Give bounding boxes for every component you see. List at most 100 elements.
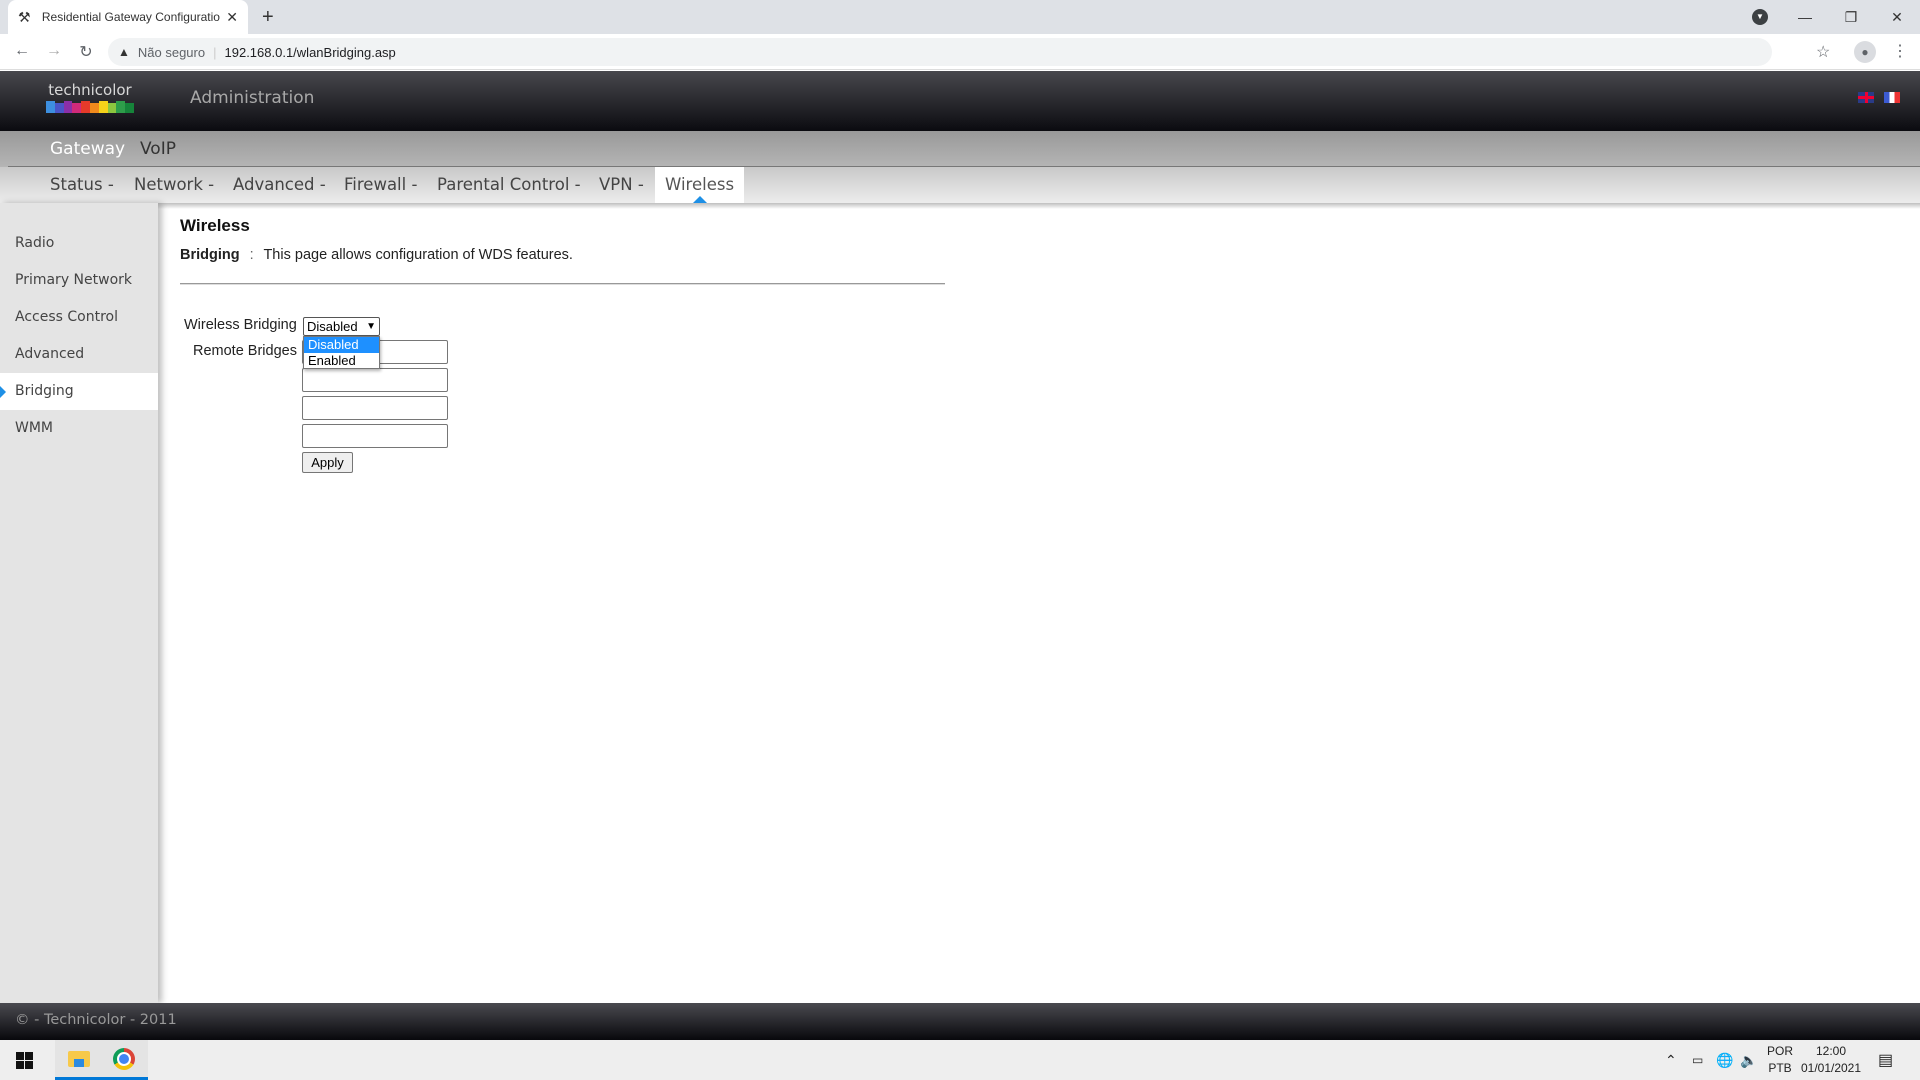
apply-button[interactable]: Apply (302, 452, 353, 473)
copyright-text: © - Technicolor - 2011 (15, 1012, 177, 1028)
restore-button[interactable]: ❐ (1828, 0, 1874, 34)
tools-icon: ⚒ (18, 9, 31, 25)
media-control-icon[interactable]: ▼ (1752, 9, 1768, 25)
nav-status[interactable]: Status - (50, 175, 114, 194)
minimize-button[interactable]: — (1782, 0, 1828, 34)
back-button[interactable]: ← (12, 42, 32, 60)
chrome-icon (113, 1047, 135, 1070)
logo-color-block (98, 101, 108, 113)
start-button[interactable] (0, 1040, 48, 1080)
page-description: Bridging : This page allows configuratio… (180, 247, 573, 263)
section-name: Bridging (180, 247, 240, 263)
show-hidden-icons-icon[interactable]: ⌃ (1665, 1040, 1677, 1080)
reload-button[interactable]: ↻ (76, 42, 96, 62)
sidebar-item-label: Bridging (15, 383, 74, 399)
logo-color-block (72, 103, 82, 113)
horizontal-rule (180, 283, 945, 285)
header-title: Administration (190, 88, 315, 108)
page-footer: © - Technicolor - 2011 (0, 1003, 1920, 1040)
nav-voip[interactable]: VoIP (140, 139, 176, 159)
remote-bridge-input-3[interactable] (302, 396, 448, 420)
logo-color-bar (46, 101, 134, 113)
remote-bridges-label: Remote Bridges (193, 343, 297, 359)
logo-color-block (89, 103, 99, 113)
tab-title: Residential Gateway Configuration (41, 10, 221, 24)
lang-bottom: PTB (1768, 1061, 1792, 1075)
security-status[interactable]: Não seguro (138, 45, 205, 60)
sidebar-item-label: WMM (15, 420, 54, 436)
wireless-bridging-select[interactable]: Disabled ▼ (303, 317, 380, 336)
page-title: Wireless (180, 216, 250, 235)
folder-icon (68, 1050, 90, 1067)
nav-wireless[interactable]: Wireless (655, 167, 745, 203)
remote-bridge-input-2[interactable] (302, 368, 448, 392)
logo-color-block (54, 103, 64, 113)
sidebar-item-radio[interactable]: Radio (0, 225, 158, 262)
sidebar: Radio Primary Network Access Control Adv… (0, 203, 158, 1003)
nav-network[interactable]: Network - (134, 175, 214, 194)
notifications-icon[interactable]: ▤ (1878, 1040, 1893, 1080)
clock-date: 01/01/2021 (1800, 1061, 1862, 1075)
warning-icon[interactable]: ▲ (118, 45, 130, 59)
kebab-menu-icon[interactable]: ⋮ (1892, 41, 1908, 61)
close-window-button[interactable]: ✕ (1874, 0, 1920, 34)
sidebar-item-wmm[interactable]: WMM (0, 410, 158, 447)
browser-toolbar: ← → ↻ ▲ Não seguro | 192.168.0.1/wlanBri… (0, 34, 1920, 70)
active-indicator-icon (692, 196, 707, 203)
separator: : (249, 247, 254, 263)
lang-top: POR (1766, 1044, 1793, 1058)
chevron-down-icon: ▼ (366, 321, 376, 332)
bookmark-star-icon[interactable]: ☆ (1816, 42, 1830, 62)
sidebar-item-primary-network[interactable]: Primary Network (0, 262, 158, 299)
logo-color-block (116, 101, 126, 113)
france-flag-icon[interactable] (1884, 92, 1900, 103)
logo-color-block (81, 101, 90, 113)
forward-button[interactable]: → (44, 42, 64, 60)
uk-flag-icon[interactable] (1858, 92, 1874, 103)
nav-vpn[interactable]: VPN - (599, 175, 644, 194)
option-enabled[interactable]: Enabled (304, 353, 379, 369)
option-disabled[interactable]: Disabled (304, 337, 379, 353)
description-text: This page allows configuration of WDS fe… (263, 247, 573, 263)
new-tab-button[interactable]: + (262, 6, 274, 28)
language-selector (1858, 92, 1900, 103)
sidebar-item-label: Advanced (15, 346, 85, 362)
technicolor-logo: technicolor (46, 81, 134, 113)
sidebar-item-bridging[interactable]: Bridging (0, 373, 158, 410)
nav-gateway[interactable]: Gateway (50, 139, 125, 159)
nav-firewall[interactable]: Firewall - (344, 175, 417, 194)
volume-icon[interactable]: 🔈 (1740, 1040, 1757, 1080)
sidebar-item-access-control[interactable]: Access Control (0, 299, 158, 336)
browser-tab-strip: ⚒ Residential Gateway Configuration ✕ + … (0, 0, 1920, 34)
url-text[interactable]: 192.168.0.1/wlanBridging.asp (225, 45, 396, 60)
remote-bridge-input-4[interactable] (302, 424, 448, 448)
wireless-bridging-dropdown: Disabled Enabled (303, 336, 380, 369)
clock-time: 12:00 (1815, 1044, 1847, 1058)
sidebar-item-label: Access Control (15, 309, 118, 325)
sidebar-item-advanced[interactable]: Advanced (0, 336, 158, 373)
logo-color-block (107, 103, 117, 113)
logo-color-block (125, 103, 134, 113)
network-globe-icon[interactable]: 🌐 (1716, 1040, 1733, 1080)
nav-advanced[interactable]: Advanced - (233, 175, 326, 194)
input-language[interactable]: POR PTB (1765, 1043, 1795, 1077)
taskbar-file-explorer[interactable] (55, 1040, 103, 1080)
taskbar: ⌃ ▭ 🌐 🔈 POR PTB 12:00 01/01/2021 ▤ (0, 1040, 1920, 1080)
nav-wireless-label: Wireless (665, 175, 735, 194)
logo-color-block (46, 101, 55, 113)
nav-shadow (0, 203, 1920, 209)
address-bar[interactable]: ▲ Não seguro | 192.168.0.1/wlanBridging.… (108, 38, 1772, 66)
router-header: technicolor Administration (0, 71, 1920, 131)
primary-nav: Gateway VoIP (0, 131, 1920, 167)
battery-icon[interactable]: ▭ (1692, 1040, 1703, 1080)
sidebar-item-label: Primary Network (15, 272, 133, 288)
nav-parental-control[interactable]: Parental Control - (437, 175, 581, 194)
sidebar-item-label: Radio (15, 235, 55, 251)
taskbar-chrome[interactable] (100, 1040, 148, 1080)
profile-avatar-icon[interactable]: ● (1854, 41, 1876, 63)
windows-logo-icon (15, 1051, 33, 1069)
close-tab-icon[interactable]: ✕ (226, 9, 238, 26)
browser-tab[interactable]: ⚒ Residential Gateway Configuration ✕ (8, 0, 248, 34)
clock[interactable]: 12:00 01/01/2021 (1796, 1043, 1866, 1077)
logo-color-block (63, 101, 73, 113)
